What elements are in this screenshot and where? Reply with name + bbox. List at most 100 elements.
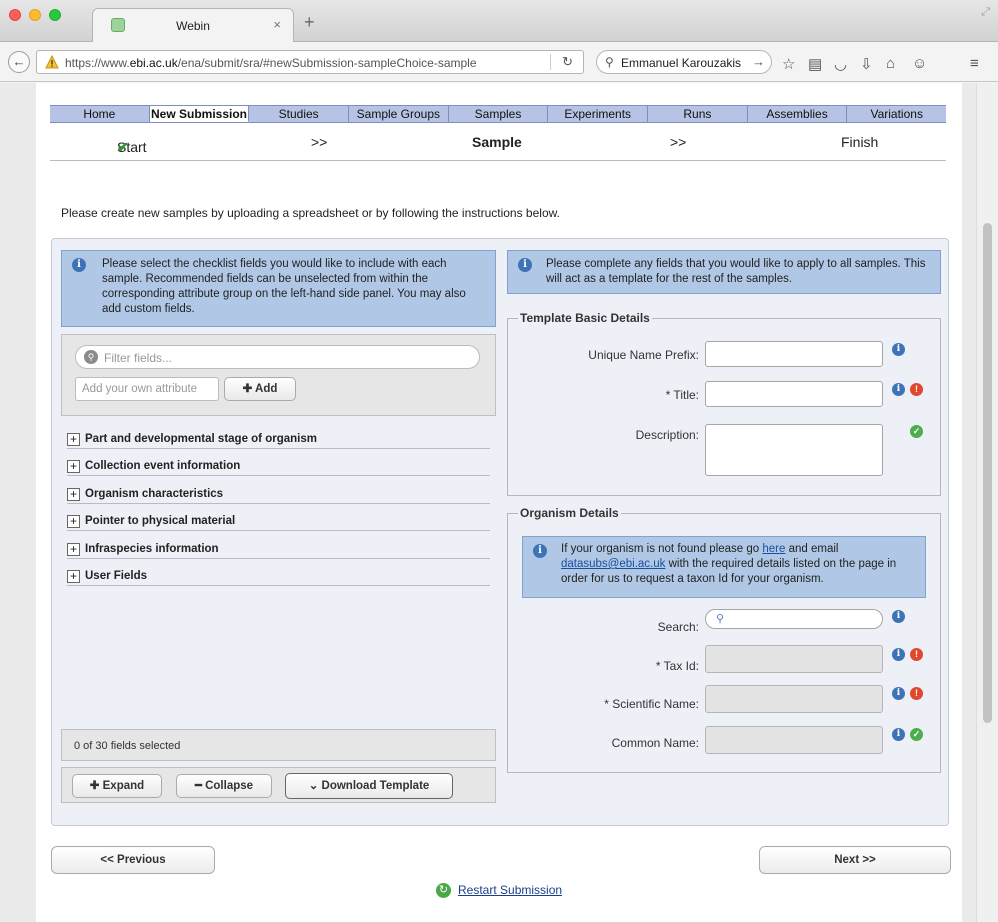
group-developmental-stage[interactable]: + Part and developmental stage of organis…: [67, 429, 490, 449]
info-icon[interactable]: i: [892, 648, 905, 661]
template-legend: Template Basic Details: [518, 311, 652, 325]
fullscreen-icon[interactable]: ⤢: [981, 6, 990, 19]
download-icon[interactable]: ⇩: [860, 55, 873, 73]
restart-submission-link[interactable]: Restart Submission: [458, 883, 562, 897]
minus-icon: ━: [194, 780, 202, 792]
url-separator: [550, 54, 551, 70]
error-icon: !: [910, 687, 923, 700]
page-scrollbar[interactable]: [976, 83, 998, 922]
info-icon[interactable]: i: [892, 343, 905, 356]
step-separator: >>: [311, 134, 328, 150]
chat-icon[interactable]: ☺: [912, 55, 927, 72]
previous-button[interactable]: << Previous: [51, 846, 215, 874]
expand-icon[interactable]: +: [67, 488, 80, 501]
close-window-button[interactable]: [9, 9, 21, 21]
template-basic-details: Template Basic Details Unique Name Prefi…: [507, 311, 941, 496]
expand-button[interactable]: ✚ Expand: [72, 774, 162, 798]
expand-icon[interactable]: +: [67, 460, 80, 473]
nav-variations[interactable]: Variations: [847, 106, 946, 122]
filter-placeholder: Filter fields...: [104, 351, 173, 365]
search-go-icon[interactable]: →: [752, 54, 765, 69]
right-info-text: Please complete any fields that you woul…: [546, 258, 926, 285]
nav-experiments[interactable]: Experiments: [548, 106, 649, 122]
group-infraspecies[interactable]: + Infraspecies information: [67, 539, 490, 559]
info-icon: i: [533, 544, 547, 558]
download-template-button[interactable]: ⌄ Download Template: [285, 773, 453, 799]
group-user-fields[interactable]: + User Fields: [67, 566, 490, 586]
sample-panel: i Please select the checklist fields you…: [51, 238, 949, 826]
description-label: Description:: [635, 428, 699, 442]
nav-samples[interactable]: Samples: [449, 106, 549, 122]
bookmark-star-icon[interactable]: ☆: [782, 55, 795, 73]
right-info-box: i Please complete any fields that you wo…: [507, 250, 941, 294]
description-textarea[interactable]: [705, 424, 883, 476]
browser-tab[interactable]: Webin ×: [92, 8, 294, 42]
nav-assemblies[interactable]: Assemblies: [748, 106, 848, 122]
expand-icon[interactable]: +: [67, 570, 80, 583]
navigation-bar: ← https://www.ebi.ac.uk/ena/submit/sra/#…: [0, 42, 998, 82]
left-info-box: i Please select the checklist fields you…: [61, 250, 496, 327]
reload-icon[interactable]: ↻: [562, 54, 573, 70]
title-input[interactable]: [705, 381, 883, 407]
nav-runs[interactable]: Runs: [648, 106, 748, 122]
fields-selected-count: 0 of 30 fields selected: [61, 729, 496, 761]
reading-list-icon[interactable]: ▤: [808, 55, 822, 73]
menu-icon[interactable]: ≡: [970, 55, 979, 72]
group-organism-characteristics[interactable]: + Organism characteristics: [67, 484, 490, 504]
expand-icon[interactable]: +: [67, 433, 80, 446]
unique-name-input[interactable]: [705, 341, 883, 367]
group-physical-material[interactable]: + Pointer to physical material: [67, 511, 490, 531]
add-button[interactable]: ✚ Add: [224, 377, 296, 401]
back-icon[interactable]: ←: [8, 51, 30, 73]
plus-icon: ✚: [89, 780, 100, 792]
filter-fields-input[interactable]: ⚲ Filter fields...: [75, 345, 480, 369]
scrollbar-thumb[interactable]: [983, 223, 992, 723]
collapse-button[interactable]: ━ Collapse: [176, 774, 272, 798]
address-bar[interactable]: https://www.ebi.ac.uk/ena/submit/sra/#ne…: [36, 50, 584, 74]
expand-icon[interactable]: +: [67, 543, 80, 556]
pocket-icon[interactable]: ◡: [834, 55, 847, 73]
search-bar[interactable]: ⚲ Emmanuel Karouzakis →: [596, 50, 772, 74]
common-name-input: [705, 726, 883, 754]
unique-name-label: Unique Name Prefix:: [588, 348, 699, 362]
step-current: Sample: [472, 134, 522, 150]
organism-search-input[interactable]: ⚲: [705, 609, 883, 629]
left-info-text: Please select the checklist fields you w…: [102, 258, 466, 315]
next-button[interactable]: Next >>: [759, 846, 951, 874]
nav-sample-groups[interactable]: Sample Groups: [349, 106, 449, 122]
info-icon[interactable]: i: [892, 610, 905, 623]
info-icon[interactable]: i: [892, 383, 905, 396]
organism-legend: Organism Details: [518, 506, 621, 520]
wizard-steps: Start ✔ >> Sample >> Finish: [50, 129, 946, 161]
expand-icon[interactable]: +: [67, 515, 80, 528]
email-link[interactable]: datasubs@ebi.ac.uk: [561, 558, 665, 570]
group-collection-event[interactable]: + Collection event information: [67, 456, 490, 476]
nav-new-submission[interactable]: New Submission: [149, 106, 250, 122]
zoom-window-button[interactable]: [49, 9, 61, 21]
search-label: Search:: [657, 620, 699, 634]
tab-close-icon[interactable]: ×: [273, 17, 281, 32]
home-icon[interactable]: ⌂: [886, 55, 895, 72]
nav-studies[interactable]: Studies: [249, 106, 350, 122]
nav-home[interactable]: Home: [50, 106, 150, 122]
info-icon[interactable]: i: [892, 687, 905, 700]
minimize-window-button[interactable]: [29, 9, 41, 21]
plus-icon: ✚: [242, 383, 253, 395]
intro-text: Please create new samples by uploading a…: [61, 206, 560, 220]
common-name-label: Common Name:: [611, 736, 699, 750]
tax-id-label: * Tax Id:: [655, 659, 699, 673]
organism-info-box: i If your organism is not found please g…: [522, 536, 926, 598]
here-link[interactable]: here: [762, 543, 785, 555]
filter-box: ⚲ Filter fields... Add your own attribut…: [61, 334, 496, 416]
step-finish: Finish: [841, 134, 879, 150]
attribute-input[interactable]: Add your own attribute: [75, 377, 219, 401]
new-tab-button[interactable]: +: [304, 12, 315, 33]
page-content: Home New Submission Studies Sample Group…: [36, 83, 962, 922]
info-icon: i: [518, 258, 532, 272]
info-icon[interactable]: i: [892, 728, 905, 741]
search-icon: ⚲: [84, 350, 98, 364]
ok-icon: ✓: [910, 728, 923, 741]
warning-lock-icon: [45, 55, 59, 69]
search-icon: ⚲: [716, 613, 725, 625]
error-icon: !: [910, 383, 923, 396]
